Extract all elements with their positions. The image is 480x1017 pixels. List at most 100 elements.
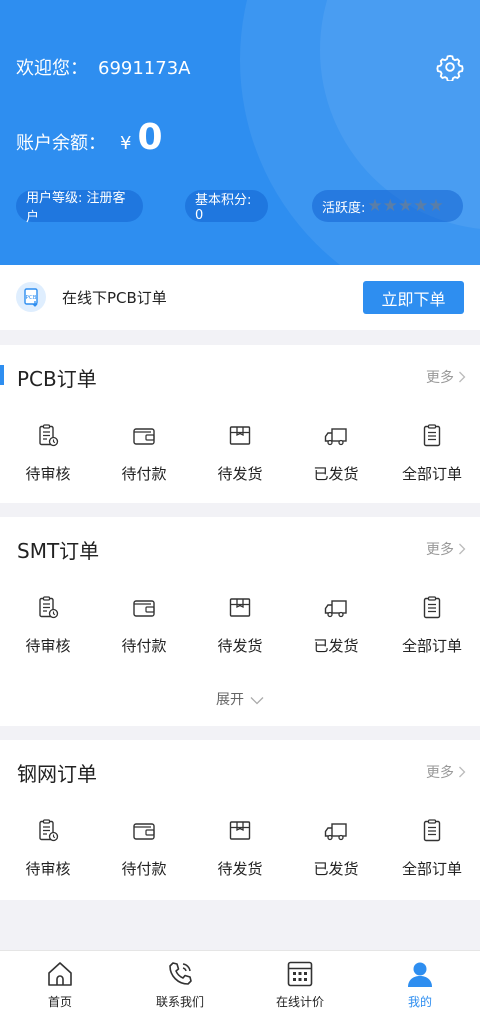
user-icon [408, 962, 432, 987]
more-label: 更多 [426, 542, 454, 558]
section-title: 钢网订单 [17, 762, 97, 786]
status-label: 待发货 [217, 465, 263, 483]
section-title: PCB订单 [17, 367, 97, 391]
quick-order-text: 在线下PCB订单 [62, 289, 167, 307]
star-icon: ★ [382, 195, 398, 216]
package-icon [229, 598, 251, 617]
star-icon: ★ [413, 195, 429, 216]
nav-mine[interactable]: 我的 [360, 951, 480, 1017]
status-pending-shipment[interactable]: 待发货 [192, 595, 288, 656]
truck-icon [324, 600, 347, 618]
clipboard-clock-icon [39, 596, 59, 619]
home-icon [48, 962, 72, 986]
user-id: 6991173A [98, 58, 191, 79]
balance-label: 账户余额： [16, 133, 106, 154]
status-pending-review[interactable]: 待审核 [0, 818, 96, 879]
wallet-icon [133, 823, 155, 840]
calculator-icon [287, 961, 313, 987]
activity-badge: 活跃度: ★ ★ ★ ★ ★ [312, 190, 463, 222]
activity-label: 活跃度: [322, 200, 366, 216]
status-shipped[interactable]: 已发货 [288, 423, 384, 484]
status-label: 全部订单 [401, 860, 462, 878]
status-pending-shipment[interactable]: 待发货 [192, 423, 288, 484]
chevron-down-icon [250, 696, 264, 704]
more-label: 更多 [426, 370, 454, 386]
status-pending-review[interactable]: 待审核 [0, 595, 96, 656]
account-balance: 账户余额： ¥ 0 [16, 117, 163, 158]
gear-icon[interactable] [436, 53, 464, 83]
status-pending-shipment[interactable]: 待发货 [192, 818, 288, 879]
stencil-orders-section: 钢网订单 更多 待审核 待付款 待发货 已发货 全部订单 [0, 740, 480, 900]
status-label: 已发货 [313, 465, 359, 483]
status-label: 待付款 [121, 465, 167, 483]
status-all-orders[interactable]: 全部订单 [384, 423, 480, 484]
pcb-orders-section: PCB订单 更多 待审核 待付款 待发货 已发货 全部订单 [0, 345, 480, 503]
clipboard-clock-icon [39, 819, 59, 842]
points-badge: 基本积分: 0 [185, 190, 268, 223]
status-label: 已发货 [313, 860, 359, 878]
truck-icon [324, 823, 347, 841]
welcome-text: 欢迎您： 6991173A [16, 54, 190, 80]
clipboard-list-icon [423, 596, 441, 619]
status-pending-payment[interactable]: 待付款 [96, 423, 192, 484]
status-pending-review[interactable]: 待审核 [0, 423, 96, 484]
star-icon: ★ [367, 195, 383, 216]
section-title: SMT订单 [17, 539, 100, 563]
chevron-right-icon [459, 543, 466, 555]
pcb-document-icon: PCB [16, 282, 46, 312]
wallet-icon [133, 600, 155, 617]
nav-label: 在线计价 [275, 995, 324, 1009]
more-link[interactable]: 更多 [426, 539, 466, 559]
account-header: 欢迎您： 6991173A 账户余额： ¥ 0 用户等级: 注册客户 基本积分: … [0, 0, 480, 265]
status-label: 待付款 [121, 637, 167, 655]
status-pending-payment[interactable]: 待付款 [96, 595, 192, 656]
status-label: 待付款 [121, 860, 167, 878]
more-label: 更多 [426, 765, 454, 781]
nav-label: 首页 [47, 995, 72, 1009]
status-label: 已发货 [313, 637, 359, 655]
more-link[interactable]: 更多 [426, 762, 466, 782]
status-pending-payment[interactable]: 待付款 [96, 818, 192, 879]
chevron-right-icon [459, 371, 466, 383]
status-all-orders[interactable]: 全部订单 [384, 818, 480, 879]
order-status-grid: 待审核 待付款 待发货 已发货 全部订单 [0, 423, 480, 484]
nav-label: 联系我们 [155, 995, 204, 1009]
svg-text:PCB: PCB [26, 295, 37, 301]
package-icon [229, 426, 251, 445]
more-link[interactable]: 更多 [426, 367, 466, 387]
status-label: 待审核 [25, 465, 71, 483]
currency-symbol: ¥ [120, 133, 132, 154]
order-status-grid: 待审核 待付款 待发货 已发货 全部订单 [0, 818, 480, 879]
clipboard-list-icon [423, 819, 441, 842]
status-label: 待发货 [217, 637, 263, 655]
status-label: 待审核 [25, 860, 71, 878]
status-label: 待发货 [217, 860, 263, 878]
status-all-orders[interactable]: 全部订单 [384, 595, 480, 656]
activity-stars: ★ ★ ★ ★ ★ [367, 195, 444, 216]
package-icon [229, 821, 251, 840]
welcome-label: 欢迎您： [16, 58, 88, 79]
status-shipped[interactable]: 已发货 [288, 595, 384, 656]
status-label: 全部订单 [401, 637, 462, 655]
smt-orders-section: SMT订单 更多 待审核 待付款 待发货 已发货 全部订单 展开 [0, 517, 480, 726]
status-shipped[interactable]: 已发货 [288, 818, 384, 879]
balance-amount: 0 [137, 117, 163, 158]
star-icon: ★ [428, 195, 444, 216]
nav-quote[interactable]: 在线计价 [240, 951, 360, 1017]
clipboard-clock-icon [39, 424, 59, 447]
clipboard-list-icon [423, 424, 441, 447]
status-label: 待审核 [25, 637, 71, 655]
nav-label: 我的 [407, 995, 432, 1009]
bottom-navigation: 首页 联系我们 在线计价 我的 [0, 950, 480, 1017]
chevron-right-icon [459, 766, 466, 778]
star-icon: ★ [397, 195, 414, 216]
expand-toggle[interactable]: 展开 [0, 689, 480, 709]
nav-contact[interactable]: 联系我们 [120, 951, 240, 1017]
expand-label: 展开 [216, 692, 244, 708]
points-text: 基本积分: 0 [195, 193, 252, 223]
phone-icon [169, 962, 192, 985]
section-accent-bar [0, 365, 4, 385]
order-now-button[interactable]: 立即下单 [363, 281, 464, 314]
nav-home[interactable]: 首页 [0, 951, 120, 1017]
truck-icon [324, 428, 347, 446]
